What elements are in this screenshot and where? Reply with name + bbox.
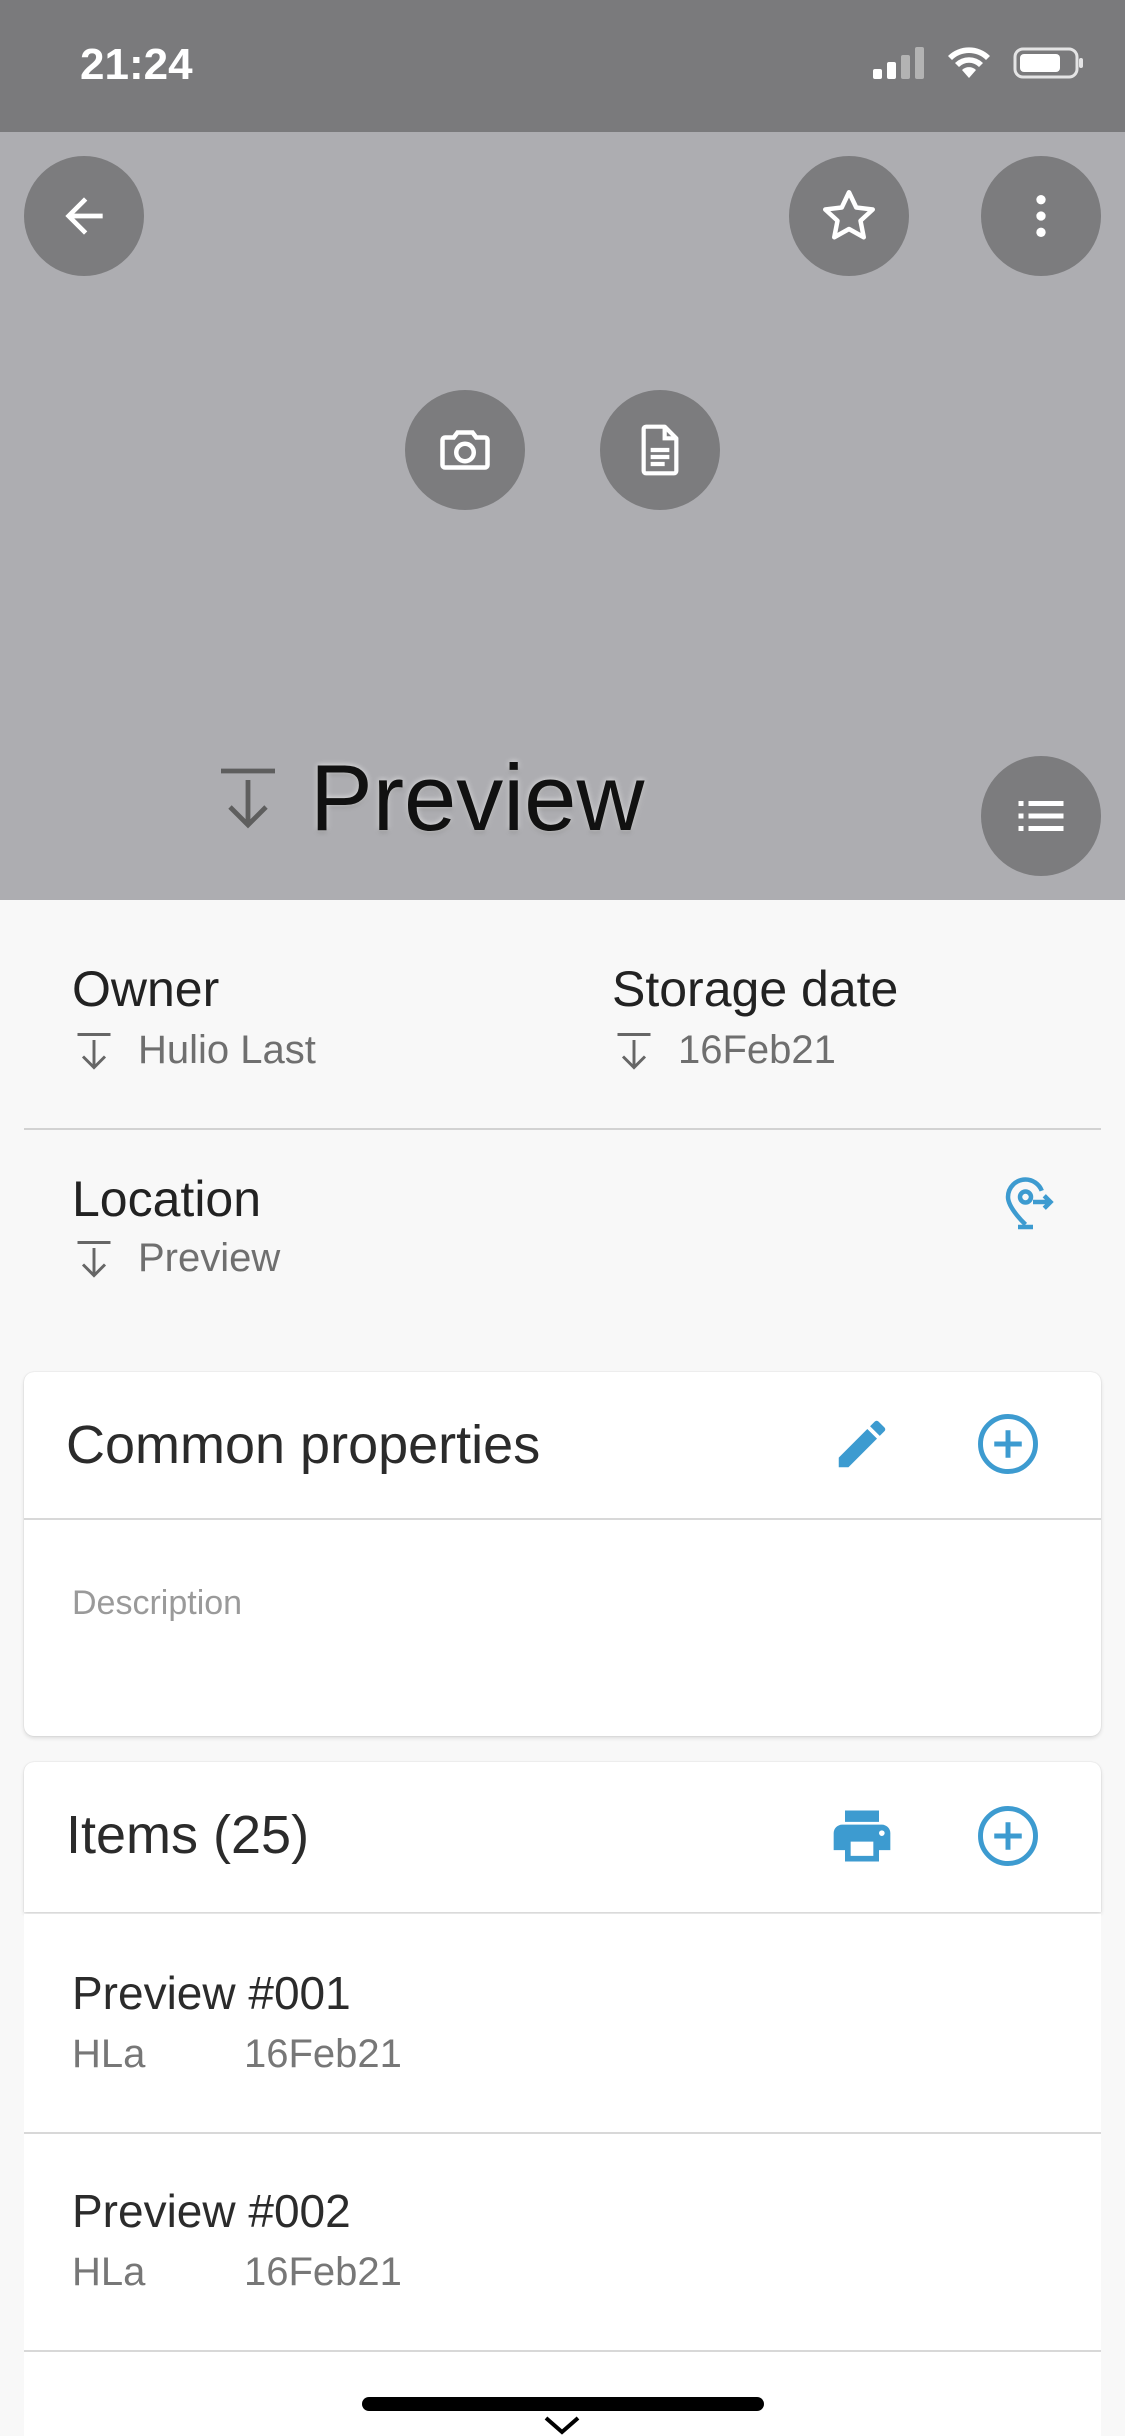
signal-icon [873, 47, 924, 79]
pencil-icon [838, 1420, 886, 1468]
owner-value-group: Hulio Last [72, 1028, 316, 1073]
star-icon [823, 190, 875, 240]
chevron-down-icon[interactable] [542, 2416, 582, 2436]
owner-label: Owner [72, 961, 220, 1017]
item-name: Preview #001 [72, 1967, 351, 2019]
list-icon [1018, 801, 1064, 831]
list-item[interactable]: Preview #001 HLa 16Feb21 [24, 1914, 1101, 2134]
description-field[interactable]: Description [72, 1584, 242, 1623]
hero-header: Preview [0, 132, 1125, 900]
location-value: Preview [138, 1236, 281, 1280]
common-properties-card: Common properties Description [24, 1372, 1101, 1736]
favorite-button[interactable] [789, 156, 909, 276]
home-indicator [362, 2397, 764, 2411]
list-item[interactable]: Preview #002 HLa 16Feb21 [24, 2132, 1101, 2352]
hero-title-group: Preview [212, 744, 644, 852]
item-date: 16Feb21 [244, 2250, 402, 2294]
down-arrow-tee-icon [77, 1240, 111, 1278]
common-properties-title: Common properties [66, 1415, 541, 1475]
down-arrow-tee-icon [77, 1032, 111, 1070]
edit-button[interactable] [824, 1406, 900, 1482]
item-owner: HLa [72, 2250, 146, 2294]
add-circle-icon [978, 1806, 1038, 1866]
more-vert-icon [1036, 195, 1046, 237]
location-button[interactable] [990, 1164, 1066, 1240]
printer-icon [833, 1810, 891, 1862]
items-list: Preview #001 HLa 16Feb21 Preview #002 HL… [24, 1914, 1101, 2436]
more-options-button[interactable] [981, 156, 1101, 276]
item-name: Preview #002 [72, 2185, 351, 2237]
document-button[interactable] [600, 390, 720, 510]
back-button[interactable] [24, 156, 144, 276]
wifi-icon [948, 47, 990, 78]
print-button[interactable] [824, 1798, 900, 1874]
storage-date-value-group: 16Feb21 [612, 1028, 836, 1073]
location-pin-arrow-icon [1005, 1177, 1054, 1230]
add-item-button[interactable] [970, 1798, 1046, 1874]
add-property-button[interactable] [970, 1406, 1046, 1482]
owner-value: Hulio Last [138, 1028, 316, 1072]
down-arrow-tee-icon [617, 1032, 651, 1070]
storage-date-label: Storage date [612, 961, 899, 1017]
camera-button[interactable] [405, 390, 525, 510]
document-icon [641, 424, 679, 476]
status-bar: 21:24 [0, 0, 1125, 132]
items-title: Items (25) [66, 1805, 310, 1865]
item-meta: HLa 16Feb21 [72, 2032, 402, 2077]
item-meta: HLa 16Feb21 [72, 2250, 402, 2295]
items-header-card: Items (25) [24, 1762, 1101, 1912]
location-label: Location [72, 1171, 262, 1227]
card-divider [24, 1518, 1101, 1520]
page-title: Preview [310, 745, 645, 850]
storage-date-value: 16Feb21 [678, 1028, 836, 1072]
camera-icon [440, 430, 490, 470]
down-arrow-tee-icon [221, 768, 275, 829]
add-circle-icon [978, 1414, 1038, 1474]
battery-icon [1013, 47, 1083, 79]
status-time: 21:24 [80, 40, 193, 89]
item-owner: HLa [72, 2032, 146, 2076]
divider [24, 1128, 1101, 1130]
list-view-button[interactable] [981, 756, 1101, 876]
location-value-group: Preview [72, 1236, 280, 1281]
status-icons [873, 46, 1085, 80]
back-arrow-icon [65, 197, 103, 235]
item-date: 16Feb21 [244, 2032, 402, 2076]
